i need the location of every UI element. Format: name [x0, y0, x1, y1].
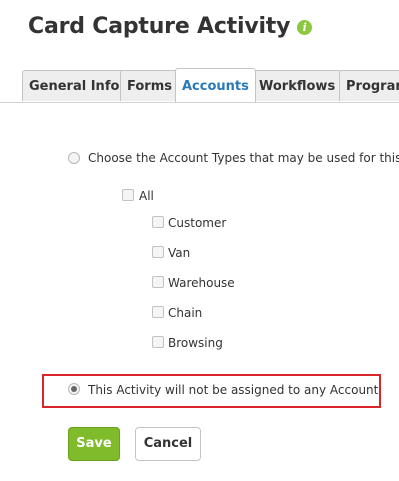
- customer-label: Customer: [168, 216, 227, 230]
- van-label: Van: [168, 246, 191, 260]
- browsing-label: Browsing: [168, 336, 223, 350]
- warehouse-checkbox[interactable]: [152, 276, 164, 288]
- cancel-button[interactable]: Cancel: [135, 427, 201, 461]
- tab-program[interactable]: Program: [339, 70, 399, 101]
- chain-checkbox[interactable]: [152, 306, 164, 318]
- browsing-checkbox[interactable]: [152, 336, 164, 348]
- no-account-label: This Activity will not be assigned to an…: [88, 383, 379, 397]
- tab-bar: General Info Forms Accounts Workflows Pr…: [0, 68, 399, 103]
- warehouse-label: Warehouse: [168, 276, 235, 290]
- all-checkbox[interactable]: [122, 189, 134, 201]
- tab-forms[interactable]: Forms: [120, 70, 179, 101]
- choose-account-types-radio[interactable]: [68, 152, 80, 164]
- no-account-radio[interactable]: [68, 383, 80, 395]
- all-label: All: [139, 189, 154, 203]
- choose-account-types-label: Choose the Account Types that may be use…: [88, 151, 399, 165]
- van-checkbox[interactable]: [152, 246, 164, 258]
- page-header: Card Capture Activity i: [28, 14, 313, 39]
- tab-workflows[interactable]: Workflows: [252, 70, 343, 101]
- save-button[interactable]: Save: [68, 427, 120, 461]
- tab-general-info[interactable]: General Info: [22, 70, 127, 101]
- customer-checkbox[interactable]: [152, 216, 164, 228]
- page-title: Card Capture Activity: [28, 14, 291, 39]
- info-icon[interactable]: i: [297, 20, 313, 35]
- tab-accounts[interactable]: Accounts: [175, 68, 256, 102]
- chain-label: Chain: [168, 306, 203, 320]
